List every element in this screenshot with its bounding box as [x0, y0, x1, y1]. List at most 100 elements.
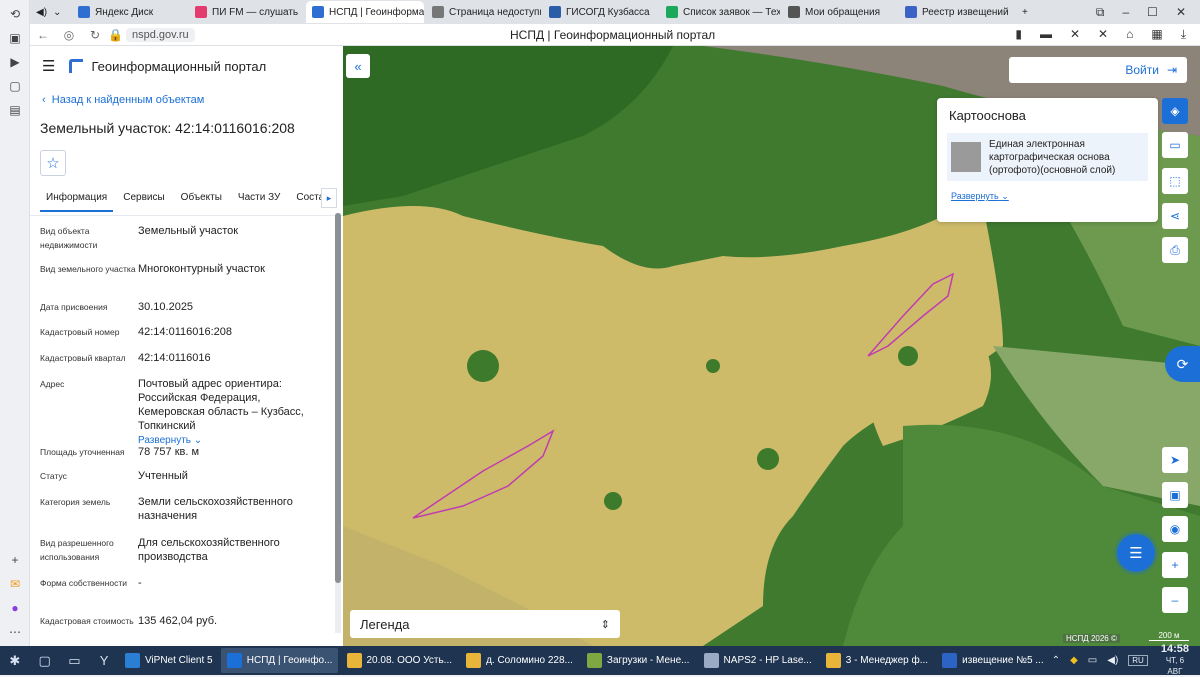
browser-tab[interactable]: ПИ FM — слушать✕ [189, 1, 304, 23]
calendar-icon[interactable]: ▢ [0, 74, 30, 98]
multitask-icon[interactable]: ▢ [30, 646, 60, 675]
taskbar-app[interactable]: ViPNet Client 5 [119, 648, 218, 673]
collapse-panel-button[interactable]: « [346, 54, 370, 78]
tab-parts[interactable]: Части ЗУ [232, 188, 286, 210]
extension-icon[interactable]: ✕ [1098, 27, 1108, 42]
download-icon[interactable]: ⤓ [1181, 27, 1186, 42]
share-tool-button[interactable]: ⋖ [1162, 203, 1188, 229]
clock[interactable]: 14:58 ЧТ, 6 АВГ [1158, 644, 1192, 677]
legend-dropdown[interactable]: Легенда ⇕ [350, 610, 620, 638]
layers-icon: ◈ [1170, 104, 1180, 118]
print-tool-button[interactable]: ⎙ [1162, 237, 1188, 263]
favorite-button[interactable]: ☆ [40, 150, 66, 176]
new-tab-button[interactable]: + [1016, 1, 1036, 23]
tab-objects[interactable]: Объекты [175, 188, 228, 210]
close-window-icon[interactable]: ✕ [1176, 5, 1186, 20]
taskbar-app-active[interactable]: НСПД | Геоинфо... [220, 648, 338, 673]
browser-sidebar: ⟲ ▣ ▶ ▢ ▤ + ✉ ● ⋯ [0, 0, 30, 646]
assistant-button[interactable]: ⟳ [1165, 346, 1200, 382]
split-icon[interactable]: ⧉ [1096, 5, 1105, 20]
tab-services[interactable]: Сервисы [117, 188, 170, 210]
basemap-expand-link[interactable]: Развернуть ⌄ [951, 191, 1158, 202]
taskbar-app[interactable]: 3 - Менеджер ф... [820, 648, 933, 673]
browser-tab[interactable]: Яндекс Диск [72, 1, 187, 23]
language-indicator[interactable]: RU [1128, 655, 1148, 666]
tray-arrow-icon[interactable]: ⌃ [1052, 655, 1060, 666]
taskbar-app[interactable]: д. Соломино 228... [460, 648, 578, 673]
scrollbar-thumb[interactable] [335, 213, 341, 583]
basemap-layer-item[interactable]: Единая электронная картографическая осно… [947, 133, 1148, 181]
alice-icon[interactable]: ● [0, 596, 30, 620]
bookmark-icon[interactable]: ▮ [1015, 27, 1022, 42]
geolocation-button[interactable]: ◉ [1162, 516, 1188, 542]
mail-icon[interactable]: ✉ [0, 572, 30, 596]
maximize-icon[interactable]: ☐ [1147, 5, 1158, 20]
attribute-row: Адрес Почтовый адрес ориентира: Российска… [40, 377, 343, 446]
minimize-icon[interactable]: – [1122, 5, 1129, 20]
tabs-next-button[interactable]: ▸ [321, 188, 337, 208]
start-menu-icon[interactable]: ✱ [0, 646, 30, 675]
select-area-icon: ⬚ [1169, 174, 1181, 188]
attribute-value: Для сельскохозяйственного производства [138, 537, 280, 563]
chat-button[interactable]: ☰ [1117, 534, 1155, 572]
browser-tab-active[interactable]: НСПД | Геоинформа✕ [306, 1, 424, 23]
translate-icon[interactable]: ▬ [1040, 27, 1052, 42]
security-icon[interactable]: ◆ [1070, 655, 1078, 666]
collections-icon[interactable]: ▣ [0, 26, 30, 50]
browser-tab[interactable]: Список заявок — Техно [660, 1, 780, 23]
reload-icon[interactable]: ↻ [82, 28, 108, 42]
url-field[interactable]: nspd.gov.ru [126, 27, 195, 42]
chevron-updown-icon: ⇕ [600, 618, 610, 631]
attribute-row: Площадь уточненная 78 757 кв. м [40, 445, 343, 469]
browser-tabbar: ◀)⌄ Яндекс Диск ПИ FM — слушать✕ НСПД | … [30, 0, 1200, 24]
tab-information[interactable]: Информация [40, 188, 114, 212]
measure-tool-button[interactable]: ▭ [1162, 132, 1188, 158]
ad-block-icon[interactable]: ▦ [1151, 27, 1162, 42]
login-button[interactable]: Войти ⇥ [1009, 57, 1187, 83]
favicon-icon [195, 6, 207, 18]
favicon-icon [905, 6, 917, 18]
zoom-out-button[interactable]: – [1162, 587, 1188, 613]
taskbar-app[interactable]: извещение №5 ... [936, 648, 1049, 673]
browser-tab[interactable]: Реестр извещений [899, 1, 1014, 23]
taskbar-app-label: НСПД | Геоинфо... [246, 655, 333, 666]
folder-icon [466, 653, 482, 668]
attribute-row: Форма собственности - [40, 576, 343, 614]
attribute-label: Вид объекта недвижимости [40, 226, 98, 250]
chevron-down-icon: ⌄ [1001, 191, 1009, 201]
more-icon[interactable]: ⋯ [0, 620, 30, 644]
back-link[interactable]: ‹ Назад к найденным объектам [42, 94, 343, 110]
attribute-label: Адрес [40, 379, 65, 389]
back-icon[interactable]: ← [30, 28, 56, 42]
browser-tab-audio[interactable]: ◀) ⌄ [30, 1, 70, 23]
media-icon[interactable]: ▶ [0, 50, 30, 74]
address-bar: ← ◎ ↻ 🔒 nspd.gov.ru НСПД | Геоинформацио… [30, 24, 1200, 46]
layers-tool-button[interactable]: ◈ [1162, 98, 1188, 124]
panel-scrollbar[interactable] [335, 213, 341, 633]
taskbar-app[interactable]: Загрузки - Мене... [581, 648, 695, 673]
taskbar-app[interactable]: NAPS2 - HP Lase... [698, 648, 817, 673]
share-icon: ⋖ [1169, 209, 1181, 223]
menu-icon[interactable]: ☰ [42, 57, 55, 75]
add-icon[interactable]: + [0, 548, 30, 572]
attribute-label: Кадастровый номер [40, 327, 120, 337]
select-tool-button[interactable]: ⬚ [1162, 168, 1188, 194]
browser-tab[interactable]: ГИСОГД Кузбасса [543, 1, 658, 23]
zoom-in-button[interactable]: + [1162, 552, 1188, 578]
network-icon[interactable]: ▭ [1088, 655, 1097, 666]
notes-icon[interactable]: ▤ [0, 98, 30, 122]
browser-tab[interactable]: Мои обращения [782, 1, 897, 23]
shield-icon[interactable]: ◎ [56, 28, 82, 42]
map-view[interactable]: « Войти ⇥ Картооснова Единая электронная … [343, 46, 1200, 646]
yandex-browser-icon[interactable]: Y [89, 646, 119, 675]
history-icon[interactable]: ⟲ [0, 2, 30, 26]
extension-icon[interactable]: ✕ [1070, 27, 1080, 42]
volume-icon[interactable]: ◀) [1107, 655, 1118, 666]
attribute-row: Вид разрешенного использования Для сельск… [40, 536, 343, 576]
locate-button[interactable]: ➤ [1162, 447, 1188, 473]
taskbar-app[interactable]: 20.08. ООО Усть... [341, 648, 458, 673]
minimap-button[interactable]: ▣ [1162, 482, 1188, 508]
file-manager-icon[interactable]: ▭ [59, 646, 89, 675]
browser-tab[interactable]: Страница недоступна [426, 1, 541, 23]
extension-icon[interactable]: ⌂ [1126, 27, 1133, 42]
